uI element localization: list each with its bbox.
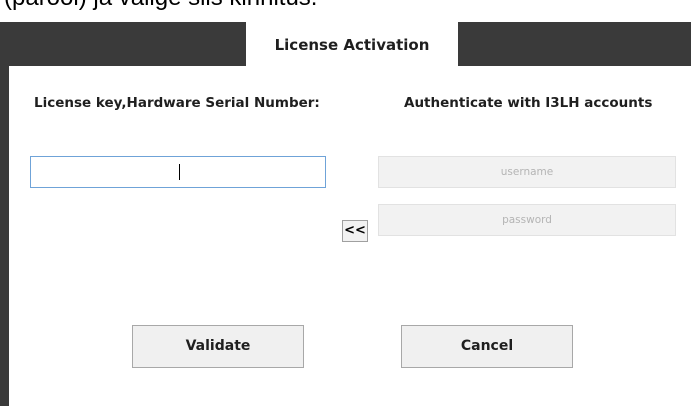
cancel-button[interactable]: Cancel — [401, 325, 573, 368]
validate-button[interactable]: Validate — [132, 325, 304, 368]
license-key-heading: License key,Hardware Serial Number: — [34, 95, 320, 111]
username-placeholder: username — [500, 166, 554, 178]
authenticate-heading: Authenticate with I3LH accounts — [404, 95, 653, 111]
license-key-input[interactable] — [30, 156, 326, 188]
license-activation-window: License Activation License key,Hardware … — [0, 22, 691, 406]
text-caret — [179, 164, 180, 180]
tab-title: License Activation — [274, 36, 430, 54]
username-field[interactable]: username — [378, 156, 676, 188]
password-field[interactable]: password — [378, 204, 676, 236]
tab-license-activation[interactable]: License Activation — [246, 22, 458, 66]
caption-strip: (parool) ja valige siis kinnitus. — [0, 0, 691, 22]
password-placeholder: password — [502, 214, 552, 226]
activation-panel: License key,Hardware Serial Number: Auth… — [9, 66, 691, 406]
caption-text: (parool) ja valige siis kinnitus. — [4, 0, 317, 12]
transfer-credentials-button[interactable]: << — [342, 220, 368, 242]
